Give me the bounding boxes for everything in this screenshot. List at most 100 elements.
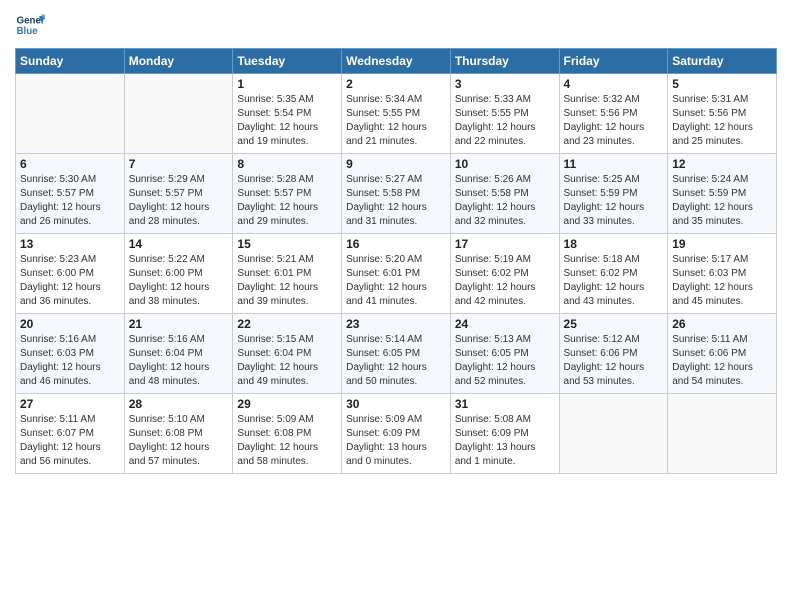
calendar-cell: 29Sunrise: 5:09 AMSunset: 6:08 PMDayligh… <box>233 394 342 474</box>
day-info: Sunrise: 5:21 AMSunset: 6:01 PMDaylight:… <box>237 253 337 309</box>
day-info: Sunrise: 5:20 AMSunset: 6:01 PMDaylight:… <box>346 253 446 309</box>
day-number: 7 <box>129 157 229 171</box>
calendar-cell: 30 Sunrise: 5:09 AMSunset: 6:09 PMDayligh… <box>342 394 451 474</box>
day-info: Sunrise: 5:32 AMSunset: 5:56 PMDaylight:… <box>564 93 664 149</box>
weekday-header-monday: Monday <box>124 49 233 74</box>
calendar-week-row: 20 Sunrise: 5:16 AMSunset: 6:03 PMDayligh… <box>16 314 777 394</box>
day-number: 28 <box>129 397 229 411</box>
day-number: 24 <box>455 317 555 331</box>
day-info: Sunrise: 5:16 AMSunset: 6:03 PMDaylight:… <box>20 333 120 389</box>
day-info: Sunrise: 5:10 AMSunset: 6:08 PMDaylight:… <box>129 413 229 469</box>
calendar-cell: 17 Sunrise: 5:19 AMSunset: 6:02 PMDayligh… <box>450 234 559 314</box>
day-number: 19 <box>672 237 772 251</box>
weekday-header-friday: Friday <box>559 49 668 74</box>
weekday-header-saturday: Saturday <box>668 49 777 74</box>
day-info: Sunrise: 5:24 AMSunset: 5:59 PMDaylight:… <box>672 173 772 229</box>
calendar-cell: 12 Sunrise: 5:24 AMSunset: 5:59 PMDayligh… <box>668 154 777 234</box>
day-info: Sunrise: 5:12 AMSunset: 6:06 PMDaylight:… <box>564 333 664 389</box>
day-info: Sunrise: 5:08 AMSunset: 6:09 PMDaylight:… <box>455 413 555 469</box>
calendar-cell: 26 Sunrise: 5:11 AMSunset: 6:06 PMDayligh… <box>668 314 777 394</box>
day-number: 13 <box>20 237 120 251</box>
logo-icon: General Blue <box>15 10 45 40</box>
day-number: 17 <box>455 237 555 251</box>
calendar-cell: 16Sunrise: 5:20 AMSunset: 6:01 PMDayligh… <box>342 234 451 314</box>
weekday-header-tuesday: Tuesday <box>233 49 342 74</box>
day-info: Sunrise: 5:09 AMSunset: 6:08 PMDaylight:… <box>237 413 337 469</box>
day-info: Sunrise: 5:11 AMSunset: 6:07 PMDaylight:… <box>20 413 120 469</box>
weekday-header-row: SundayMondayTuesdayWednesdayThursdayFrid… <box>16 49 777 74</box>
calendar-cell: 10Sunrise: 5:26 AMSunset: 5:58 PMDayligh… <box>450 154 559 234</box>
day-info: Sunrise: 5:28 AMSunset: 5:57 PMDaylight:… <box>237 173 337 229</box>
calendar-cell: 6Sunrise: 5:30 AMSunset: 5:57 PMDaylight… <box>16 154 125 234</box>
day-number: 4 <box>564 77 664 91</box>
calendar-week-row: 1 Sunrise: 5:35 AMSunset: 5:54 PMDaylight… <box>16 74 777 154</box>
day-number: 3 <box>455 77 555 91</box>
calendar-cell: 1 Sunrise: 5:35 AMSunset: 5:54 PMDaylight… <box>233 74 342 154</box>
calendar-week-row: 13 Sunrise: 5:23 AMSunset: 6:00 PMDayligh… <box>16 234 777 314</box>
day-info: Sunrise: 5:26 AMSunset: 5:58 PMDaylight:… <box>455 173 555 229</box>
day-info: Sunrise: 5:19 AMSunset: 6:02 PMDaylight:… <box>455 253 555 309</box>
calendar-cell: 13 Sunrise: 5:23 AMSunset: 6:00 PMDayligh… <box>16 234 125 314</box>
day-number: 6 <box>20 157 120 171</box>
logo: General Blue <box>15 10 45 40</box>
calendar-table: SundayMondayTuesdayWednesdayThursdayFrid… <box>15 48 777 474</box>
day-number: 26 <box>672 317 772 331</box>
day-number: 30 <box>346 397 446 411</box>
calendar-cell: 3 Sunrise: 5:33 AMSunset: 5:55 PMDaylight… <box>450 74 559 154</box>
day-number: 31 <box>455 397 555 411</box>
calendar-cell: 19 Sunrise: 5:17 AMSunset: 6:03 PMDayligh… <box>668 234 777 314</box>
day-info: Sunrise: 5:23 AMSunset: 6:00 PMDaylight:… <box>20 253 120 309</box>
header: General Blue <box>15 10 777 40</box>
day-number: 18 <box>564 237 664 251</box>
weekday-header-sunday: Sunday <box>16 49 125 74</box>
day-number: 11 <box>564 157 664 171</box>
day-number: 21 <box>129 317 229 331</box>
day-info: Sunrise: 5:27 AMSunset: 5:58 PMDaylight:… <box>346 173 446 229</box>
calendar-cell: 24 Sunrise: 5:13 AMSunset: 6:05 PMDayligh… <box>450 314 559 394</box>
day-number: 20 <box>20 317 120 331</box>
day-info: Sunrise: 5:25 AMSunset: 5:59 PMDaylight:… <box>564 173 664 229</box>
svg-text:Blue: Blue <box>17 26 39 37</box>
day-info: Sunrise: 5:33 AMSunset: 5:55 PMDaylight:… <box>455 93 555 149</box>
day-info: Sunrise: 5:15 AMSunset: 6:04 PMDaylight:… <box>237 333 337 389</box>
day-info: Sunrise: 5:31 AMSunset: 5:56 PMDaylight:… <box>672 93 772 149</box>
day-info: Sunrise: 5:18 AMSunset: 6:02 PMDaylight:… <box>564 253 664 309</box>
day-number: 12 <box>672 157 772 171</box>
calendar-cell: 5 Sunrise: 5:31 AMSunset: 5:56 PMDaylight… <box>668 74 777 154</box>
calendar-cell: 25 Sunrise: 5:12 AMSunset: 6:06 PMDayligh… <box>559 314 668 394</box>
weekday-header-thursday: Thursday <box>450 49 559 74</box>
day-number: 22 <box>237 317 337 331</box>
calendar-week-row: 27Sunrise: 5:11 AMSunset: 6:07 PMDayligh… <box>16 394 777 474</box>
calendar-cell: 28 Sunrise: 5:10 AMSunset: 6:08 PMDayligh… <box>124 394 233 474</box>
calendar-cell: 22 Sunrise: 5:15 AMSunset: 6:04 PMDayligh… <box>233 314 342 394</box>
day-number: 14 <box>129 237 229 251</box>
day-info: Sunrise: 5:13 AMSunset: 6:05 PMDaylight:… <box>455 333 555 389</box>
calendar-cell: 20 Sunrise: 5:16 AMSunset: 6:03 PMDayligh… <box>16 314 125 394</box>
calendar-cell <box>124 74 233 154</box>
calendar-cell: 23Sunrise: 5:14 AMSunset: 6:05 PMDayligh… <box>342 314 451 394</box>
calendar-cell: 15 Sunrise: 5:21 AMSunset: 6:01 PMDayligh… <box>233 234 342 314</box>
calendar-cell: 27Sunrise: 5:11 AMSunset: 6:07 PMDayligh… <box>16 394 125 474</box>
calendar-cell <box>559 394 668 474</box>
day-number: 5 <box>672 77 772 91</box>
day-info: Sunrise: 5:09 AMSunset: 6:09 PMDaylight:… <box>346 413 446 469</box>
calendar-cell: 14Sunrise: 5:22 AMSunset: 6:00 PMDayligh… <box>124 234 233 314</box>
day-info: Sunrise: 5:11 AMSunset: 6:06 PMDaylight:… <box>672 333 772 389</box>
day-info: Sunrise: 5:34 AMSunset: 5:55 PMDaylight:… <box>346 93 446 149</box>
calendar-cell <box>668 394 777 474</box>
calendar-cell: 8 Sunrise: 5:28 AMSunset: 5:57 PMDaylight… <box>233 154 342 234</box>
day-info: Sunrise: 5:35 AMSunset: 5:54 PMDaylight:… <box>237 93 337 149</box>
day-number: 1 <box>237 77 337 91</box>
day-number: 25 <box>564 317 664 331</box>
day-number: 2 <box>346 77 446 91</box>
calendar-cell: 11 Sunrise: 5:25 AMSunset: 5:59 PMDayligh… <box>559 154 668 234</box>
calendar-week-row: 6Sunrise: 5:30 AMSunset: 5:57 PMDaylight… <box>16 154 777 234</box>
day-number: 8 <box>237 157 337 171</box>
calendar-cell: 4 Sunrise: 5:32 AMSunset: 5:56 PMDaylight… <box>559 74 668 154</box>
day-number: 23 <box>346 317 446 331</box>
weekday-header-wednesday: Wednesday <box>342 49 451 74</box>
day-number: 15 <box>237 237 337 251</box>
calendar-cell: 7 Sunrise: 5:29 AMSunset: 5:57 PMDaylight… <box>124 154 233 234</box>
day-info: Sunrise: 5:17 AMSunset: 6:03 PMDaylight:… <box>672 253 772 309</box>
day-info: Sunrise: 5:29 AMSunset: 5:57 PMDaylight:… <box>129 173 229 229</box>
